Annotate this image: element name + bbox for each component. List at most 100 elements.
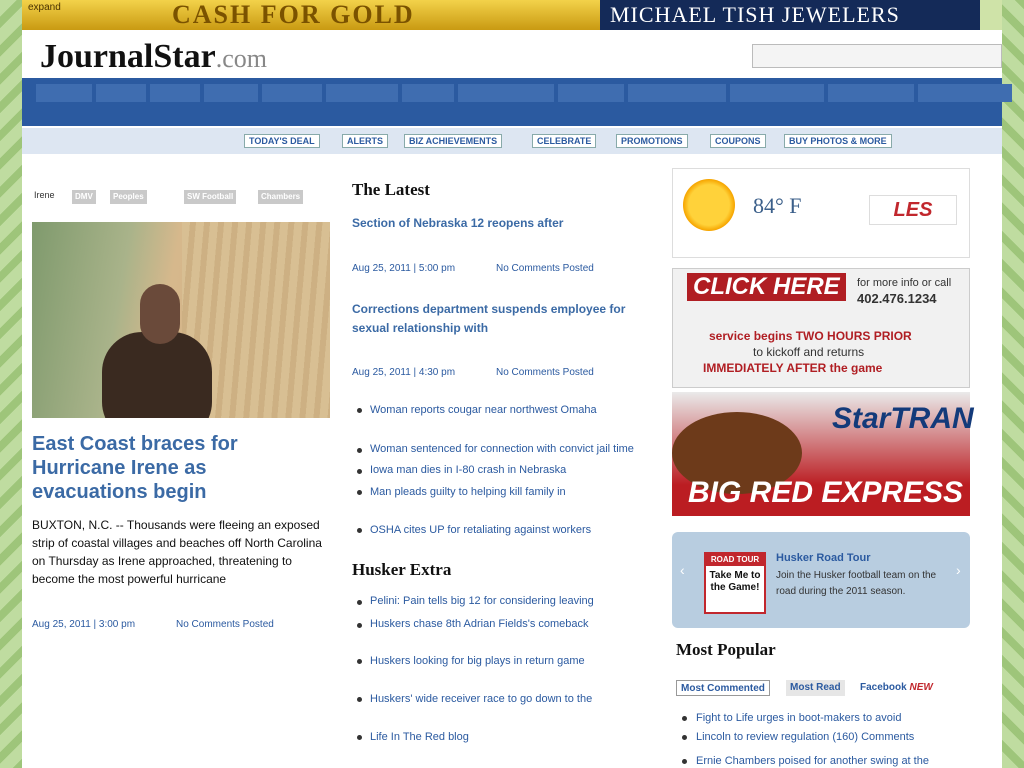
worker-figure [102,332,212,418]
bullet [682,759,687,764]
tab-facebook-label: Facebook [860,682,907,693]
bullet [357,623,362,628]
latest-link-2[interactable]: Woman sentenced for connection with conv… [370,443,634,455]
latest-link-4[interactable]: Man pleads guilty to helping kill family… [370,486,566,498]
nav-button-12[interactable] [828,84,914,102]
bullet [357,659,362,664]
latest-story-2-title[interactable]: Corrections department suspends employee… [352,300,642,338]
husker-link-3[interactable]: Huskers looking for big plays in return … [370,655,585,667]
road-tour-promo[interactable]: ‹ ROAD TOUR Take Me to the Game! Husker … [672,532,970,628]
nav-button-6[interactable] [326,84,398,102]
chevron-left-icon[interactable]: ‹ [680,562,690,580]
subnav-celebrate[interactable]: CELEBRATE [532,134,597,148]
latest-story-1-comments[interactable]: No Comments Posted [496,263,594,274]
logo-suffix: .com [215,44,267,73]
popular-item-3[interactable]: Ernie Chambers poised for another swing … [696,755,929,767]
weather-widget[interactable]: 84° F LES [672,168,970,258]
big-red-express-text: BIG RED EXPRESS [688,476,964,509]
weather-temperature: 84° F [753,193,802,218]
promo-title[interactable]: Husker Road Tour [776,552,871,564]
latest-heading: The Latest [352,180,430,199]
search-field[interactable] [752,44,1002,68]
road-tour-image: ROAD TOUR Take Me to the Game! [704,552,766,614]
jeweler-ad-text: MICHAEL TISH JEWELERS [610,2,900,27]
nav-button-3[interactable] [150,84,200,102]
nav-button-9[interactable] [558,84,624,102]
click-here-text: CLICK HERE [687,273,846,301]
latest-story-1-title[interactable]: Section of Nebraska 12 reopens after [352,216,642,230]
bullet [682,735,687,740]
latest-story-2-comments[interactable]: No Comments Posted [496,367,594,378]
bullet [357,735,362,740]
latest-link-3[interactable]: Iowa man dies in I-80 crash in Nebraska [370,464,566,476]
popular-item-2[interactable]: Lincoln to review regulation (160) Comme… [696,731,914,743]
main-story-text: BUXTON, N.C. -- Thousands were fleeing a… [32,518,322,586]
expand-link[interactable]: expand [28,2,61,13]
subnav-buy-photos[interactable]: BUY PHOTOS & MORE [784,134,892,148]
big-red-express-ad[interactable]: StarTRAN BIG RED EXPRESS [672,392,974,516]
jeweler-ad-banner[interactable]: MICHAEL TISH JEWELERS [600,0,980,30]
bullet [357,490,362,495]
ad-line-3: IMMEDIATELY AFTER the game [703,361,883,375]
new-badge: NEW [909,682,933,693]
bullet [357,448,362,453]
nav-button-7[interactable] [402,84,454,102]
main-story-comments[interactable]: No Comments Posted [176,619,274,630]
tab-facebook[interactable]: Facebook NEW [856,680,937,696]
latest-story-1-date: Aug 25, 2011 | 5:00 pm [352,263,456,274]
tag-sw-football[interactable]: SW Football [184,190,237,204]
tag-dmv[interactable]: DMV [72,190,96,204]
ad-phone: 402.476.1234 [857,291,937,306]
nav-button-5[interactable] [262,84,322,102]
startran-logo: StarTRAN [832,402,974,435]
nav-button-8[interactable] [458,84,554,102]
nav-button-10[interactable] [628,84,726,102]
latest-link-5[interactable]: OSHA cites UP for retaliating against wo… [370,524,591,536]
main-story-date: Aug 25, 2011 | 3:00 pm [32,619,136,630]
nav-button-13[interactable] [918,84,1012,102]
road-tour-badge: ROAD TOUR [706,554,764,566]
nav-button-2[interactable] [96,84,146,102]
subnav-coupons[interactable]: COUPONS [710,134,766,148]
most-popular-tabs: Most Commented Most Read Facebook NEW [676,680,966,696]
ad-line-1: service begins TWO HOURS PRIOR [709,329,912,343]
startran-ad[interactable]: CLICK HERE for more info or call 402.476… [672,268,970,388]
bullet [682,716,687,721]
site-logo[interactable]: JournalStar.com [40,38,267,76]
subnav-alerts[interactable]: ALERTS [342,134,388,148]
nav-button-1[interactable] [36,84,92,102]
husker-link-1[interactable]: Pelini: Pain tells big 12 for considerin… [370,595,594,607]
husker-link-4[interactable]: Huskers' wide receiver race to go down t… [370,693,592,705]
popular-item-1[interactable]: Fight to Life urges in boot-makers to av… [696,712,901,724]
money-background-right [1002,0,1024,768]
hurricane-photo[interactable] [32,222,330,418]
latest-link-1[interactable]: Woman reports cougar near northwest Omah… [370,404,597,416]
take-me-text: Take Me to the Game! [709,570,761,593]
bullet [357,600,362,605]
latest-story-2-date: Aug 25, 2011 | 4:30 pm [352,367,456,378]
chevron-right-icon[interactable]: › [956,562,966,580]
worker-figure-2 [140,284,180,344]
gold-ad-text: CASH FOR GOLD [172,0,415,29]
bullet [357,528,362,533]
tag-chambers[interactable]: Chambers [258,190,304,204]
gold-ad-banner[interactable]: expand CASH FOR GOLD [22,0,600,30]
husker-link-2[interactable]: Huskers chase 8th Adrian Fields's comeba… [370,618,589,630]
nav-button-4[interactable] [204,84,258,102]
logo-main: JournalStar [40,38,216,75]
sun-icon [683,179,735,231]
tag-peoples[interactable]: Peoples [110,190,147,204]
subnav-biz-achievements[interactable]: BIZ ACHIEVEMENTS [404,134,503,148]
tab-most-read[interactable]: Most Read [786,680,845,696]
bullet [357,408,362,413]
ad-line-2: to kickoff and returns [753,345,865,359]
les-logo[interactable]: LES [869,195,957,225]
bullet [357,697,362,702]
subnav-todays-deal[interactable]: TODAY'S DEAL [244,134,320,148]
tab-most-commented[interactable]: Most Commented [676,680,770,696]
tag-irene[interactable]: Irene [34,190,55,200]
main-headline[interactable]: East Coast braces for Hurricane Irene as… [32,432,322,504]
subnav-promotions[interactable]: PROMOTIONS [616,134,688,148]
nav-button-11[interactable] [730,84,824,102]
husker-link-5[interactable]: Life In The Red blog [370,731,469,743]
